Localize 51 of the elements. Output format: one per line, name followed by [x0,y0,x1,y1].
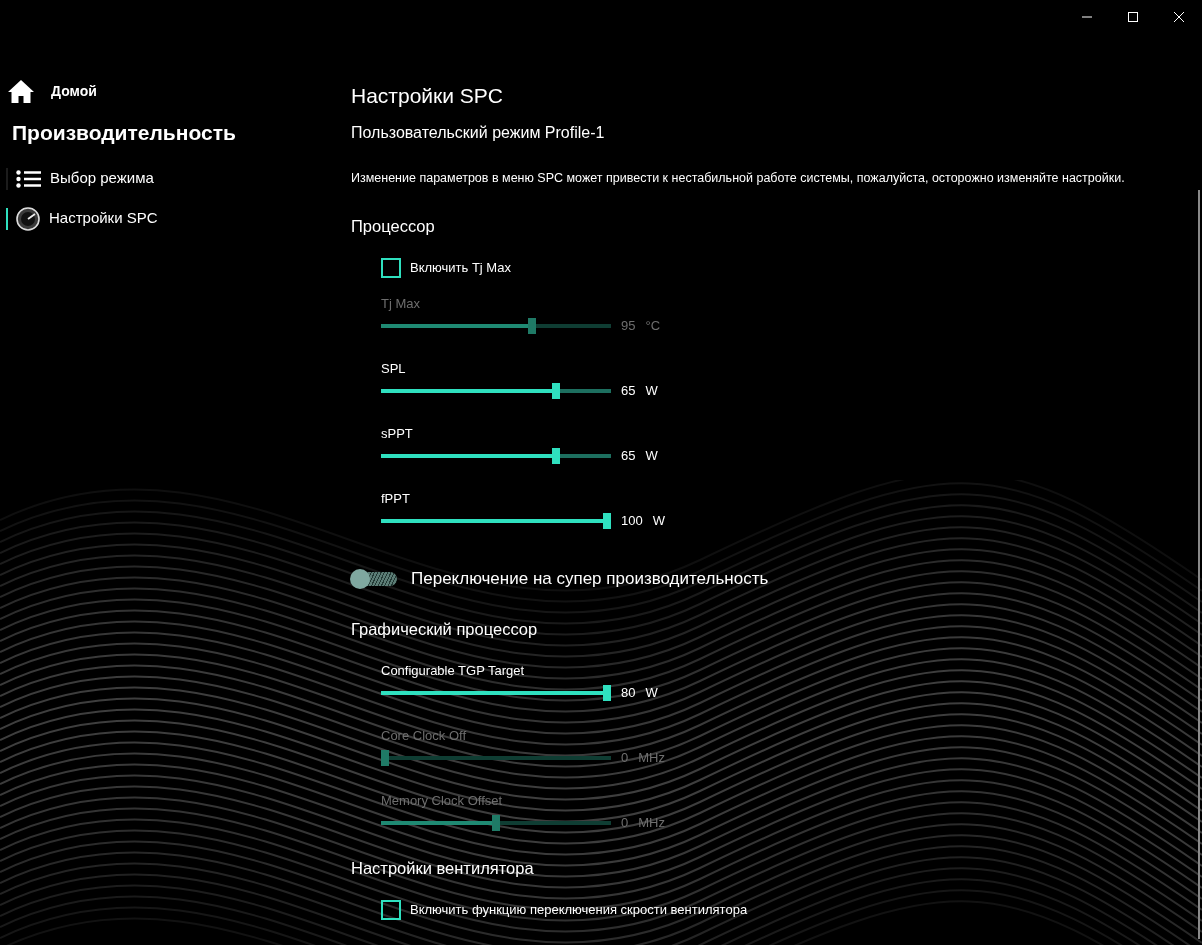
slider[interactable] [381,447,611,464]
home-link[interactable]: Домой [51,81,97,102]
slider-value: 80 [621,684,636,703]
home-icon [8,80,34,103]
slider-value: 100 [621,512,643,530]
section-title: Производительность [11,120,237,146]
warning-text: Изменение параметров в меню SPC может привести к нестабильной работе системы, пожалуйста, осторожно изменяйте настройки. [351,170,1126,187]
section-heading: Процессор [351,216,436,237]
slider-thumb[interactable] [551,382,560,399]
slider-unit: W [645,382,658,400]
slider-unit: °C [645,317,661,335]
slider-value: 65 [621,382,636,400]
slider-value: 65 [621,447,636,465]
slider-thumb[interactable] [551,447,560,464]
nav-item[interactable]: Выбор режима [16,167,154,190]
toggle-switch[interactable] [352,571,397,586]
page-subtitle: Пользовательский режим Profile-1 [351,123,606,143]
slider-unit: W [645,447,658,465]
maximize-icon [1128,12,1138,22]
checkbox-label: Включить функцию переключения скрости вентилятора [410,901,748,919]
nav-item[interactable]: Настройки SPC [16,206,158,231]
slider[interactable] [381,382,611,399]
checkbox-label: Включить Tj Max [410,259,511,277]
minimize-icon [1082,16,1092,18]
section-heading: Настройки вентилятора [351,858,535,879]
close-icon [1174,12,1184,22]
slider-unit: W [645,684,658,703]
slider-thumb[interactable] [603,512,611,529]
slider[interactable] [381,685,611,701]
slider-label: fPPT [381,489,411,508]
slider-value: 95 [621,317,636,335]
slider-unit: MHz [638,814,665,833]
slider-label: Configurable TGP Target [381,662,526,680]
slider-label: Core Clock Off [381,727,467,745]
slider-label: SPL [381,359,407,378]
slider-unit: MHz [638,749,665,768]
section-heading: Графический процессор [351,619,539,641]
slider-label: sPPT [381,424,414,443]
gauge-icon [16,206,40,231]
page-title: Настройки SPC [351,83,504,109]
slider[interactable] [381,512,611,529]
checkbox[interactable] [381,899,401,920]
checkbox[interactable] [381,257,401,278]
scroll-bar[interactable] [1198,190,1200,939]
slider-unit: W [652,512,665,530]
list-icon [16,169,41,188]
switch-label: Переключение на супер производительность [411,567,769,590]
slider-thumb[interactable] [603,685,611,701]
slider-value: 0 [621,749,629,768]
slider-label: Tj Max [381,294,421,313]
slider-value: 0 [621,814,629,833]
